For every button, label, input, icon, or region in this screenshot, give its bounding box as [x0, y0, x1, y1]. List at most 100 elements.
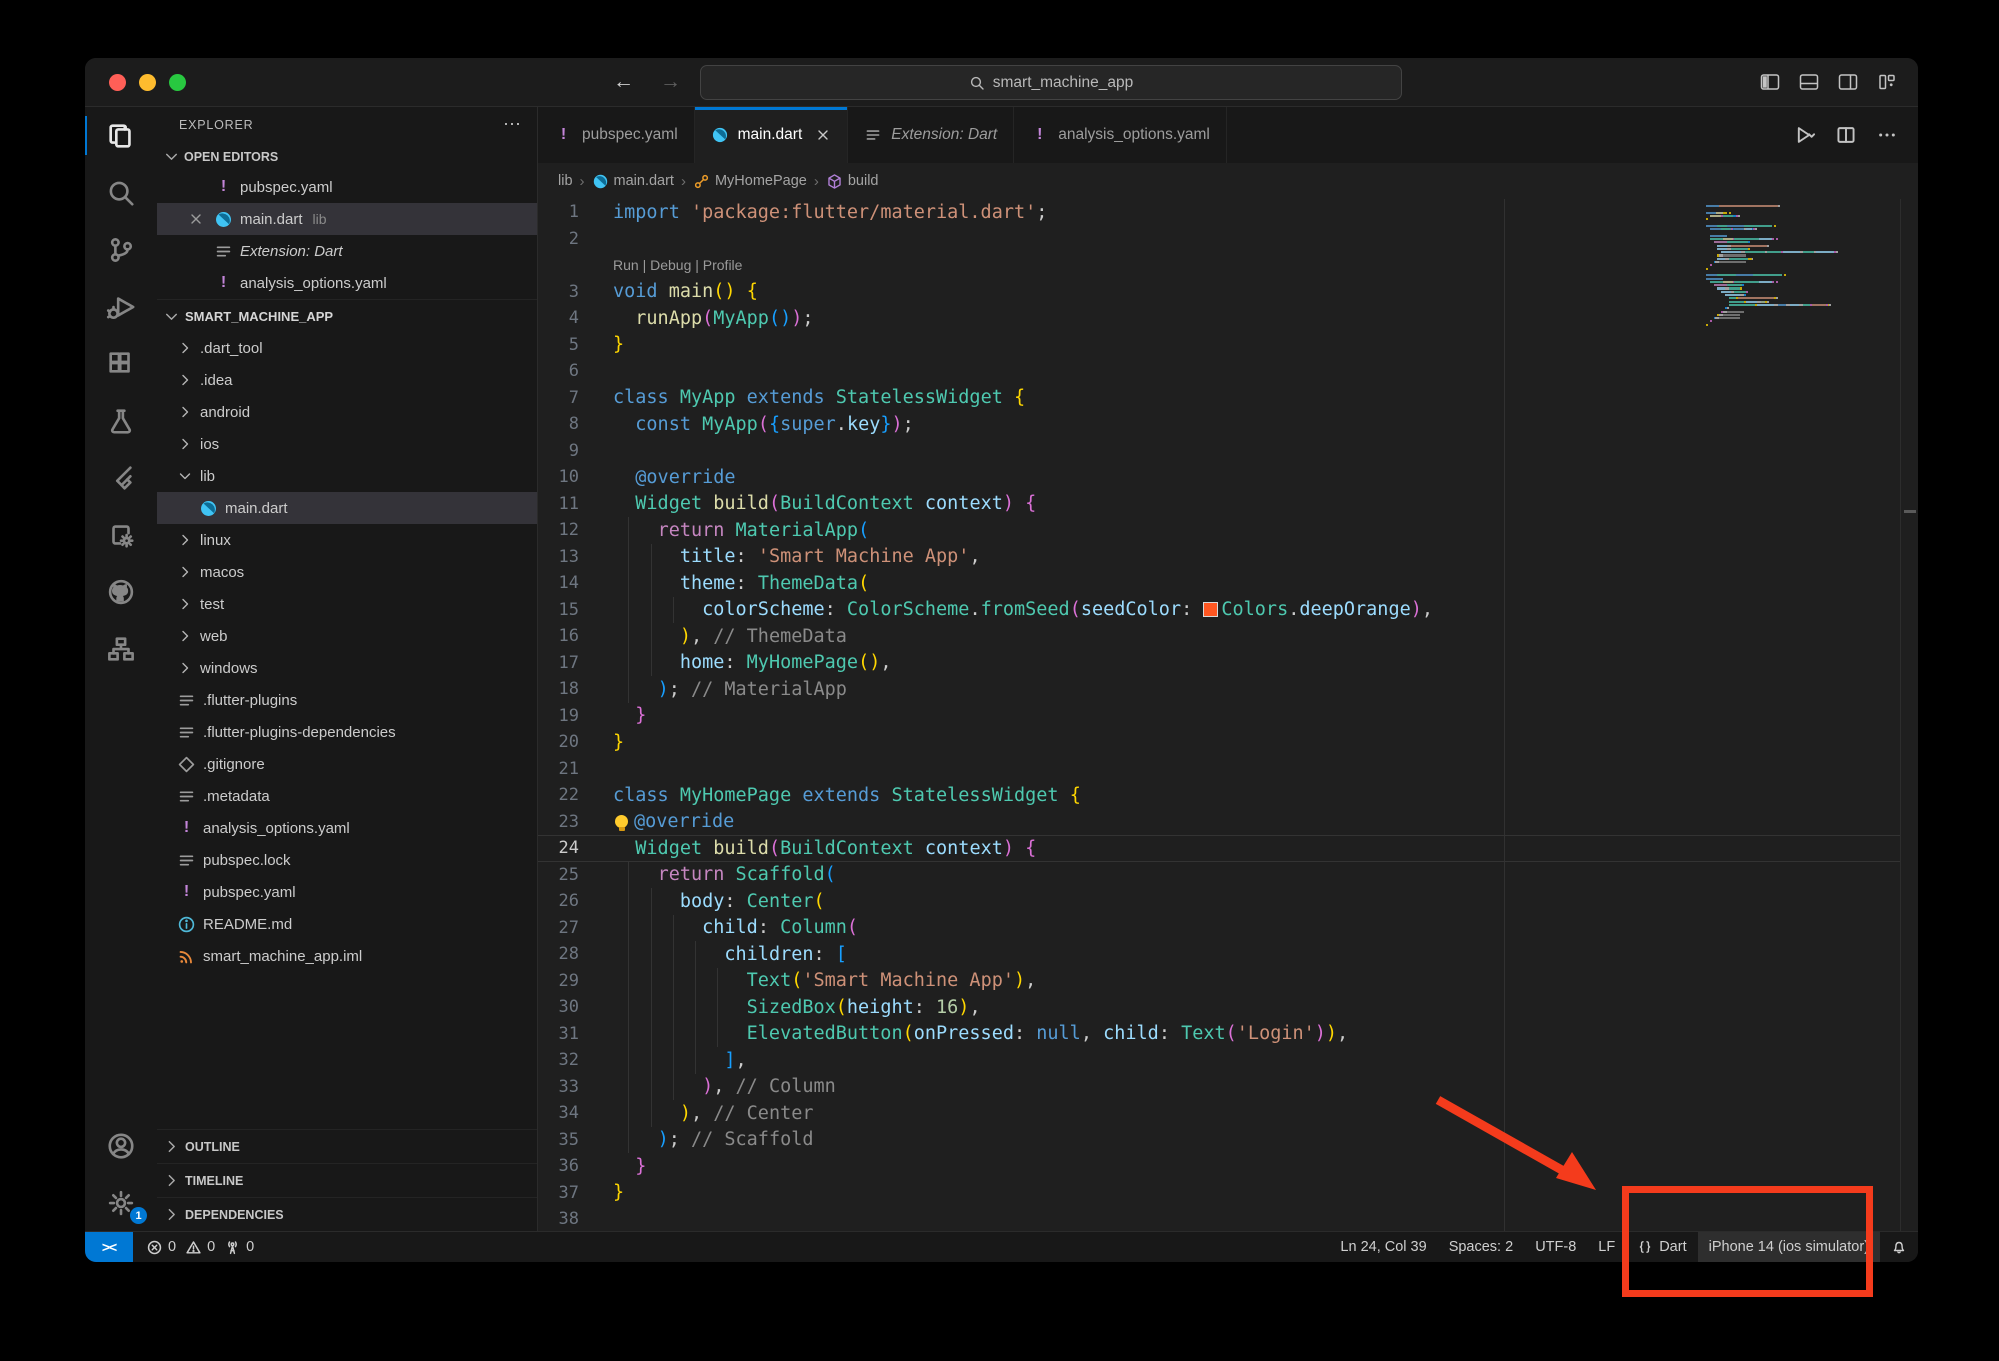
status-error[interactable]: 0 [146, 1239, 176, 1256]
minimap-seg [1812, 304, 1825, 306]
code-token: , [691, 1103, 713, 1124]
breadcrumb-item-main.dart[interactable]: main.dart [592, 173, 674, 190]
code-token: const [635, 414, 702, 435]
status-iphone-14-ios-simulator-[interactable]: iPhone 14 (ios simulator) [1698, 1232, 1880, 1262]
breadcrumb-label: build [848, 173, 879, 189]
tree-folder-web[interactable]: web [157, 620, 537, 652]
remote-indicator[interactable]: >< [85, 1232, 133, 1262]
tree-file-.flutter-plugins[interactable]: .flutter-plugins [157, 684, 537, 716]
activity-item-extensions[interactable] [85, 335, 157, 392]
open-editor-item[interactable]: Extension: Dart [157, 235, 537, 267]
tree-folder-linux[interactable]: linux [157, 524, 537, 556]
activity-item-settings[interactable]: 1 [85, 1174, 157, 1231]
breadcrumb-item-myhomepage[interactable]: MyHomePage [693, 173, 807, 190]
activity-item-sitemap[interactable] [85, 620, 157, 677]
tree-file-analysis_options.yaml[interactable]: !analysis_options.yaml [157, 812, 537, 844]
tree-folder-test[interactable]: test [157, 588, 537, 620]
status-ln-24-col-39[interactable]: Ln 24, Col 39 [1329, 1232, 1437, 1262]
tree-file-.gitignore[interactable]: .gitignore [157, 748, 537, 780]
close-icon[interactable] [188, 211, 204, 227]
close-icon[interactable] [815, 127, 831, 143]
breadcrumb-item-build[interactable]: build [826, 173, 879, 190]
minimap-seg [1757, 304, 1774, 306]
activity-item-account[interactable] [85, 1117, 157, 1174]
minimize-window-button[interactable] [139, 74, 156, 91]
activity-item-flutter[interactable] [85, 449, 157, 506]
open-editor-item[interactable]: main.dartlib [157, 203, 537, 235]
minimap-seg [1729, 212, 1731, 214]
tree-folder-macos[interactable]: macos [157, 556, 537, 588]
tab-analysis-options-yaml[interactable]: !analysis_options.yaml [1014, 107, 1227, 163]
open-editor-item[interactable]: !analysis_options.yaml [157, 267, 537, 299]
tree-file-.flutter-plugins-dependencies[interactable]: .flutter-plugins-dependencies [157, 716, 537, 748]
tree-file-README.md[interactable]: README.md [157, 908, 537, 940]
more-button[interactable] [1876, 124, 1898, 146]
line-number: 37 [538, 1183, 606, 1203]
close-window-button[interactable] [109, 74, 126, 91]
layout-right-button[interactable] [1837, 71, 1859, 93]
minimap-seg [1759, 238, 1772, 240]
activity-item-files[interactable] [85, 107, 157, 164]
tree-folder-windows[interactable]: windows [157, 652, 537, 684]
layout-grid-button[interactable] [1876, 71, 1898, 93]
status-utf-8[interactable]: UTF-8 [1524, 1232, 1587, 1262]
breadcrumb-item-lib[interactable]: lib [558, 173, 573, 189]
code-token: } [613, 1182, 624, 1203]
indent-guide [628, 570, 629, 597]
tab-extension-dart[interactable]: Extension: Dart [848, 107, 1014, 163]
open-editors-header[interactable]: OPEN EDITORS [157, 142, 537, 171]
tree-folder-ios[interactable]: ios [157, 428, 537, 460]
forward-arrow-icon[interactable]: → [660, 70, 681, 94]
status-spaces-2[interactable]: Spaces: 2 [1438, 1232, 1525, 1262]
minimap[interactable] [1706, 205, 1838, 330]
tree-folder-lib[interactable]: lib [157, 460, 537, 492]
tree-file-.metadata[interactable]: .metadata [157, 780, 537, 812]
section-timeline[interactable]: TIMELINE [157, 1163, 537, 1197]
section-outline[interactable]: OUTLINE [157, 1129, 537, 1163]
split-button[interactable] [1835, 124, 1857, 146]
status-bell[interactable] [1880, 1232, 1918, 1262]
activity-item-github[interactable] [85, 563, 157, 620]
tab-main-dart[interactable]: main.dart [695, 107, 849, 163]
open-editor-item[interactable]: !pubspec.yaml [157, 171, 537, 203]
tab-pubspec-yaml[interactable]: !pubspec.yaml [538, 107, 695, 163]
activity-item-search[interactable] [85, 164, 157, 221]
explorer-more-actions-icon[interactable]: ⋯ [503, 114, 523, 135]
indent-guide [717, 994, 718, 1021]
command-center-search[interactable]: smart_machine_app [700, 65, 1402, 100]
layout-left-button[interactable] [1759, 71, 1781, 93]
status-warning[interactable]: 0 [185, 1239, 215, 1256]
activity-item-run-debug[interactable] [85, 278, 157, 335]
run-chevron-button[interactable] [1794, 124, 1816, 146]
status-tower[interactable]: 0 [224, 1239, 254, 1256]
tree-file-pubspec.yaml[interactable]: !pubspec.yaml [157, 876, 537, 908]
tree-file-pubspec.lock[interactable]: pubspec.lock [157, 844, 537, 876]
close-slot[interactable] [185, 211, 207, 227]
tree-folder-.idea[interactable]: .idea [157, 364, 537, 396]
code-token: , [969, 546, 980, 567]
code-token: ( [769, 838, 780, 859]
back-arrow-icon[interactable]: ← [613, 70, 634, 94]
status-dart[interactable]: Dart [1626, 1232, 1697, 1262]
tree-file-smart_machine_app.iml[interactable]: smart_machine_app.iml [157, 940, 537, 972]
code-text: ), // Column [606, 1074, 836, 1101]
window-controls [109, 74, 186, 91]
lightbulb-icon[interactable] [615, 815, 628, 828]
code-editor[interactable]: 1import 'package:flutter/material.dart';… [538, 199, 1918, 1231]
minimap-seg [1710, 238, 1723, 240]
tree-folder-.dart_tool[interactable]: .dart_tool [157, 332, 537, 364]
project-root-header[interactable]: SMART_MACHINE_APP [157, 299, 537, 332]
tree-file-main.dart[interactable]: main.dart [157, 492, 537, 524]
tree-folder-android[interactable]: android [157, 396, 537, 428]
status-lf[interactable]: LF [1587, 1232, 1626, 1262]
zoom-window-button[interactable] [169, 74, 186, 91]
activity-item-testing[interactable] [85, 392, 157, 449]
activity-item-dart-config[interactable] [85, 506, 157, 563]
codelens-label[interactable]: Run | Debug | Profile [613, 257, 742, 273]
code-text: Widget build(BuildContext context) { [606, 491, 1036, 518]
chevron-right-icon [177, 628, 193, 644]
layout-bottom-button[interactable] [1798, 71, 1820, 93]
editor-scrollbar[interactable] [1900, 199, 1918, 1231]
section-dependencies[interactable]: DEPENDENCIES [157, 1197, 537, 1231]
activity-item-source-control[interactable] [85, 221, 157, 278]
